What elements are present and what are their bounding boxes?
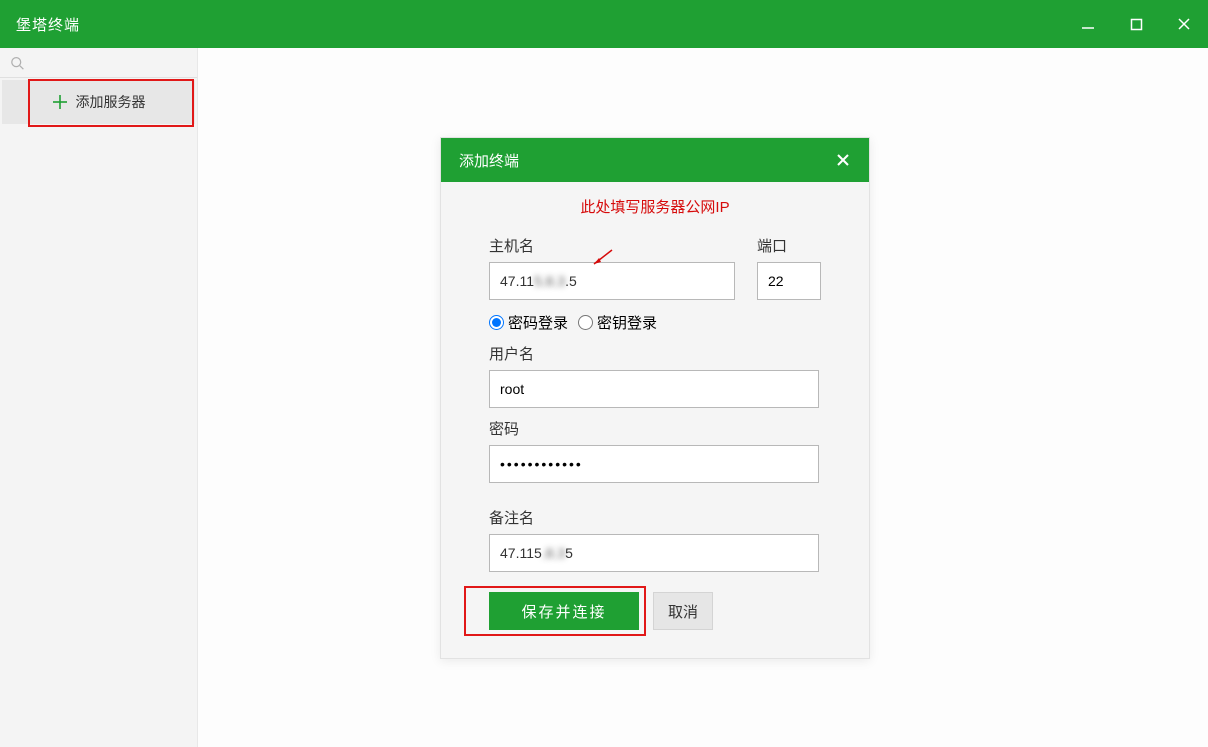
cancel-button[interactable]: 取消 — [653, 592, 713, 630]
modal-close-button[interactable] — [831, 148, 855, 172]
login-password-radio[interactable] — [489, 315, 504, 330]
search-icon — [10, 55, 24, 71]
login-password-label: 密码登录 — [508, 312, 568, 333]
modal-title: 添加终端 — [459, 150, 519, 171]
login-key-option[interactable]: 密钥登录 — [578, 312, 657, 333]
sidebar: 添加服务器 — [0, 48, 198, 747]
login-method-group: 密码登录 密钥登录 — [489, 312, 821, 333]
titlebar: 堡塔终端 — [0, 0, 1208, 48]
username-label: 用户名 — [489, 343, 821, 364]
window-controls — [1064, 0, 1208, 48]
modal-header: 添加终端 — [441, 138, 869, 182]
remark-input[interactable] — [489, 534, 819, 572]
search-input[interactable] — [30, 55, 197, 70]
plus-icon — [52, 94, 68, 110]
modal-tip: 此处填写服务器公网IP — [489, 196, 821, 217]
add-server-button[interactable]: 添加服务器 — [2, 80, 195, 124]
host-input[interactable] — [489, 262, 735, 300]
port-input[interactable] — [757, 262, 821, 300]
app-title: 堡塔终端 — [16, 14, 80, 35]
close-icon — [837, 154, 849, 166]
login-key-label: 密钥登录 — [597, 312, 657, 333]
login-key-radio[interactable] — [578, 315, 593, 330]
maximize-button[interactable] — [1112, 0, 1160, 48]
password-input[interactable] — [489, 445, 819, 483]
password-label: 密码 — [489, 418, 821, 439]
host-label: 主机名 — [489, 235, 737, 256]
minimize-button[interactable] — [1064, 0, 1112, 48]
remark-label: 备注名 — [489, 507, 821, 528]
close-button[interactable] — [1160, 0, 1208, 48]
login-password-option[interactable]: 密码登录 — [489, 312, 568, 333]
sidebar-search[interactable] — [0, 48, 197, 78]
add-terminal-modal: 添加终端 此处填写服务器公网IP 主机名 47.115.8.3.5 端口 — [440, 137, 870, 659]
save-connect-button[interactable]: 保存并连接 — [489, 592, 639, 630]
add-server-label: 添加服务器 — [76, 92, 146, 112]
username-input[interactable] — [489, 370, 819, 408]
modal-tip-text: 此处填写服务器公网IP — [580, 196, 729, 217]
port-label: 端口 — [757, 235, 821, 256]
